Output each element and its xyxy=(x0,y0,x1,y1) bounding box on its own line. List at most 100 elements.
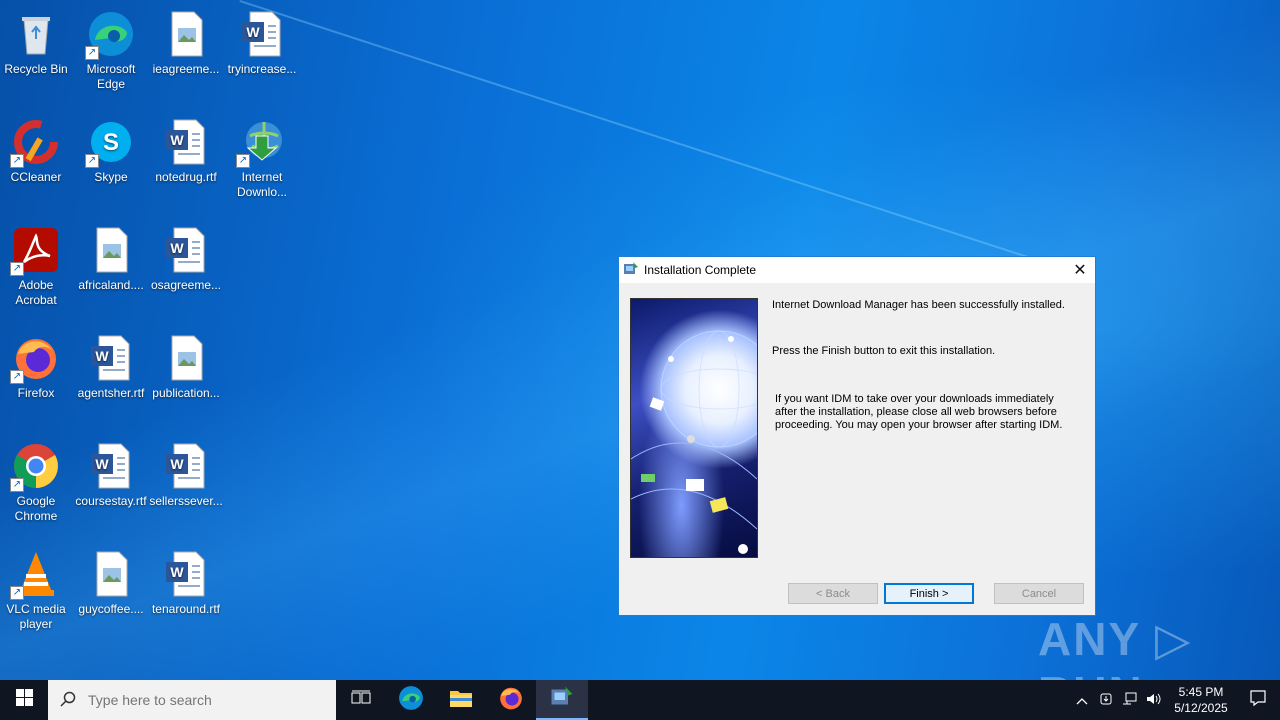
desktop-icon-google-chrome[interactable]: ↗ Google Chrome xyxy=(0,436,74,524)
desktop-icon-file[interactable]: ieagreeme... xyxy=(148,4,224,77)
idm-tray-icon[interactable] xyxy=(1094,692,1118,709)
recycle-bin-icon xyxy=(12,10,60,58)
desktop-icon-firefox[interactable]: ↗ Firefox xyxy=(0,328,74,401)
desktop-icon-label: Adobe Acrobat xyxy=(15,278,57,307)
desktop-icon-label: Skype xyxy=(94,170,128,184)
desktop-icon-file[interactable]: W osagreeme... xyxy=(148,220,224,293)
desktop-icon-ccleaner[interactable]: ↗ CCleaner xyxy=(0,112,74,185)
word-document-icon: W xyxy=(87,334,135,382)
finish-instruction: Press the Finish button to exit this ins… xyxy=(772,345,996,357)
close-button[interactable]: ✕ xyxy=(1065,257,1095,283)
task-view-icon xyxy=(351,690,371,711)
desktop-icon-skype[interactable]: S ↗ Skype xyxy=(73,112,149,185)
installation-complete-dialog: Installation Complete ✕ Internet Downloa… xyxy=(618,256,1096,616)
desktop-icon-file[interactable]: W agentsher.rtf xyxy=(73,328,149,401)
desktop-icon-file[interactable]: africaland.... xyxy=(73,220,149,293)
task-view-button[interactable] xyxy=(336,680,386,720)
search-icon xyxy=(60,691,76,710)
image-file-icon xyxy=(162,10,210,58)
svg-text:S: S xyxy=(103,129,119,156)
folder-icon xyxy=(449,688,473,713)
close-icon: ✕ xyxy=(1073,262,1087,279)
ccleaner-icon: ↗ xyxy=(10,118,60,168)
desktop-icon-file[interactable]: W notedrug.rtf xyxy=(148,112,224,185)
svg-text:W: W xyxy=(170,240,184,256)
desktop-icon-file[interactable]: W coursestay.rtf xyxy=(73,436,149,509)
clock[interactable]: 5:45 PM 5/12/2025 xyxy=(1166,684,1236,716)
image-file-icon xyxy=(162,334,210,382)
desktop-icon-file[interactable]: publication... xyxy=(148,328,224,401)
desktop-icon-label: ieagreeme... xyxy=(152,62,220,76)
firefox-icon xyxy=(498,685,524,716)
installer-icon xyxy=(550,685,574,714)
taskbar-file-explorer[interactable] xyxy=(436,680,486,720)
desktop-icon-label: VLC media player xyxy=(6,602,66,631)
desktop-icon-label: osagreeme... xyxy=(150,278,222,292)
image-file-icon xyxy=(87,226,135,274)
desktop-icon-label: sellerssever... xyxy=(149,494,223,508)
installer-icon xyxy=(623,261,639,280)
firefox-icon: ↗ xyxy=(10,334,60,384)
notification-icon xyxy=(1249,689,1267,712)
finish-button[interactable]: Finish > xyxy=(884,583,974,604)
browser-notice: If you want IDM to take over your downlo… xyxy=(775,393,1063,431)
system-tray: 5:45 PM 5/12/2025 xyxy=(1070,680,1280,720)
svg-text:W: W xyxy=(170,564,184,580)
desktop-icon-label: Internet Downlo... xyxy=(236,170,288,199)
volume-icon[interactable] xyxy=(1142,692,1166,709)
desktop-icon-label: notedrug.rtf xyxy=(155,170,217,184)
desktop-icon-label: Microsoft Edge xyxy=(86,62,136,91)
desktop-icon-label: guycoffee.... xyxy=(78,602,144,616)
svg-text:W: W xyxy=(170,132,184,148)
desktop-icon-label: CCleaner xyxy=(10,170,62,184)
clock-time: 5:45 PM xyxy=(1178,685,1224,699)
chevron-up-icon[interactable] xyxy=(1070,693,1094,708)
clock-date: 5/12/2025 xyxy=(1174,701,1228,715)
desktop-icon-file[interactable]: W tryincrease... xyxy=(224,4,300,77)
edge-icon: ↗ xyxy=(85,10,135,60)
word-document-icon: W xyxy=(87,442,135,490)
desktop-icon-microsoft-edge[interactable]: ↗ Microsoft Edge xyxy=(73,4,149,92)
skype-icon: S ↗ xyxy=(85,118,135,168)
back-button[interactable]: < Back xyxy=(788,583,878,604)
image-file-icon xyxy=(87,550,135,598)
svg-text:W: W xyxy=(95,348,109,364)
desktop-icon-vlc[interactable]: ↗ VLC media player xyxy=(0,544,74,632)
cancel-button[interactable]: Cancel xyxy=(994,583,1084,604)
desktop-icon-label: agentsher.rtf xyxy=(77,386,145,400)
network-icon[interactable] xyxy=(1118,692,1142,709)
word-document-icon: W xyxy=(162,550,210,598)
taskbar-search[interactable] xyxy=(48,680,336,720)
desktop: Recycle Bin ↗ CCleaner ↗ Adobe Acrobat ↗… xyxy=(0,0,300,680)
desktop-icon-file[interactable]: guycoffee.... xyxy=(73,544,149,617)
desktop-icon-file[interactable]: W tenaround.rtf xyxy=(148,544,224,617)
svg-text:W: W xyxy=(95,456,109,472)
desktop-icon-label: Recycle Bin xyxy=(4,62,68,76)
svg-text:W: W xyxy=(170,456,184,472)
taskbar-firefox[interactable] xyxy=(486,680,536,720)
desktop-icon-label: publication... xyxy=(152,386,220,400)
word-document-icon: W xyxy=(238,10,286,58)
desktop-icon-internet-download-manager[interactable]: ↗ Internet Downlo... xyxy=(224,112,300,200)
vlc-icon: ↗ xyxy=(10,550,60,600)
word-document-icon: W xyxy=(162,118,210,166)
desktop-icon-label: tryincrease... xyxy=(227,62,297,76)
svg-text:W: W xyxy=(246,24,260,40)
word-document-icon: W xyxy=(162,226,210,274)
desktop-icon-label: Google Chrome xyxy=(14,494,58,523)
search-input[interactable] xyxy=(88,692,308,708)
desktop-icon-recycle-bin[interactable]: Recycle Bin xyxy=(0,4,74,77)
idm-globe-icon: ↗ xyxy=(236,118,286,168)
desktop-icon-file[interactable]: W sellerssever... xyxy=(148,436,224,509)
taskbar: 5:45 PM 5/12/2025 xyxy=(0,680,1280,720)
start-button[interactable] xyxy=(0,680,48,720)
chrome-icon: ↗ xyxy=(10,442,60,492)
success-message: Internet Download Manager has been succe… xyxy=(772,299,1065,311)
taskbar-installer[interactable] xyxy=(536,680,588,720)
desktop-icon-label: Firefox xyxy=(17,386,55,400)
action-center-button[interactable] xyxy=(1236,689,1280,712)
dialog-titlebar[interactable]: Installation Complete ✕ xyxy=(619,257,1095,283)
taskbar-edge[interactable] xyxy=(386,680,436,720)
word-document-icon: W xyxy=(162,442,210,490)
desktop-icon-adobe-acrobat[interactable]: ↗ Adobe Acrobat xyxy=(0,220,74,308)
